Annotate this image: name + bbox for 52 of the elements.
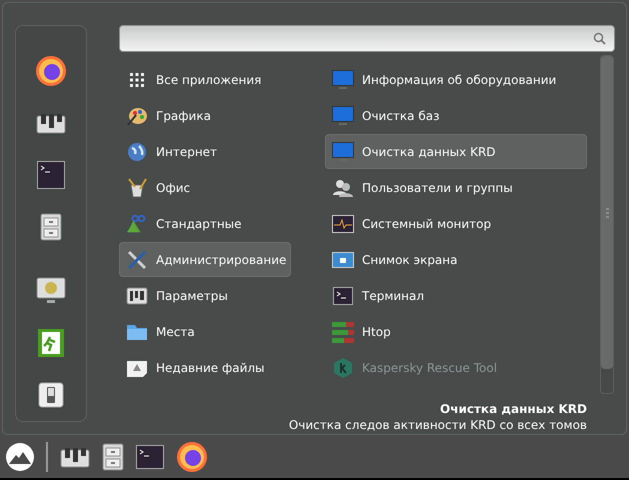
search-field[interactable]: [119, 25, 615, 52]
menu-item[interactable]: Очистка данных KRD: [325, 134, 587, 169]
power-switch-icon[interactable]: [38, 382, 64, 408]
monitor-lock-icon[interactable]: [36, 277, 66, 305]
menu-item[interactable]: Места: [119, 314, 291, 349]
search-icon: [593, 32, 606, 45]
menu-item[interactable]: Системный монитор: [325, 206, 587, 241]
menu-item[interactable]: Снимок экрана: [325, 242, 587, 277]
mixer-icon[interactable]: [60, 446, 90, 468]
mountain-logo-icon[interactable]: [5, 442, 35, 472]
folder-icon: [126, 322, 148, 340]
menu-item[interactable]: Интернет: [119, 134, 291, 169]
monitor-icon: [332, 142, 354, 162]
firefox-icon[interactable]: [176, 441, 208, 473]
grip-icon: [606, 208, 608, 218]
activity-monitor-icon: [332, 214, 354, 232]
menu-item[interactable]: Терминал: [325, 278, 587, 313]
hexagon-k-icon: [333, 356, 353, 378]
paint-palette-icon: [126, 106, 148, 126]
menu-item[interactable]: Администрирование: [119, 242, 291, 277]
menu-item[interactable]: Информация об оборудовании: [325, 62, 587, 97]
menu-item[interactable]: Офис: [119, 170, 291, 205]
file-cabinet-icon[interactable]: [102, 443, 124, 471]
globe-icon: [127, 142, 147, 162]
terminal-icon[interactable]: [136, 445, 164, 469]
file-cabinet-icon[interactable]: [40, 213, 62, 241]
exit-sign-icon[interactable]: [38, 329, 64, 357]
bar-meter-icon: [332, 320, 354, 342]
document-warning-icon: [126, 358, 148, 376]
menu-item[interactable]: Все приложения: [119, 62, 291, 97]
screenshot-icon: [332, 252, 354, 268]
menu-item[interactable]: Htop: [325, 314, 587, 349]
terminal-icon[interactable]: [37, 161, 65, 189]
menu-item[interactable]: Пользователи и группы: [325, 170, 587, 205]
description-title: Очистка данных KRD: [440, 401, 587, 417]
menu-item[interactable]: Стандартные: [119, 206, 291, 241]
mixer-icon[interactable]: [36, 112, 66, 134]
description-text: Очистка следов активности KRD со всех томов: [288, 417, 587, 433]
menu-item[interactable]: Очистка баз: [325, 98, 587, 133]
menu-item[interactable]: Графика: [119, 98, 291, 133]
monitor-icon: [332, 106, 354, 126]
grid-icon: [129, 72, 145, 88]
paint-bucket-icon: [126, 178, 148, 198]
monitor-icon: [332, 70, 354, 90]
firefox-icon[interactable]: [35, 55, 67, 87]
users-icon: [332, 178, 354, 196]
settings-panel-icon: [126, 286, 148, 306]
terminal-icon: [333, 286, 353, 304]
scrollbar[interactable]: [600, 55, 614, 394]
menu-item[interactable]: Параметры: [119, 278, 291, 313]
menu-item[interactable]: Недавние файлы: [119, 350, 291, 385]
scrollbar-thumb[interactable]: [601, 56, 613, 369]
